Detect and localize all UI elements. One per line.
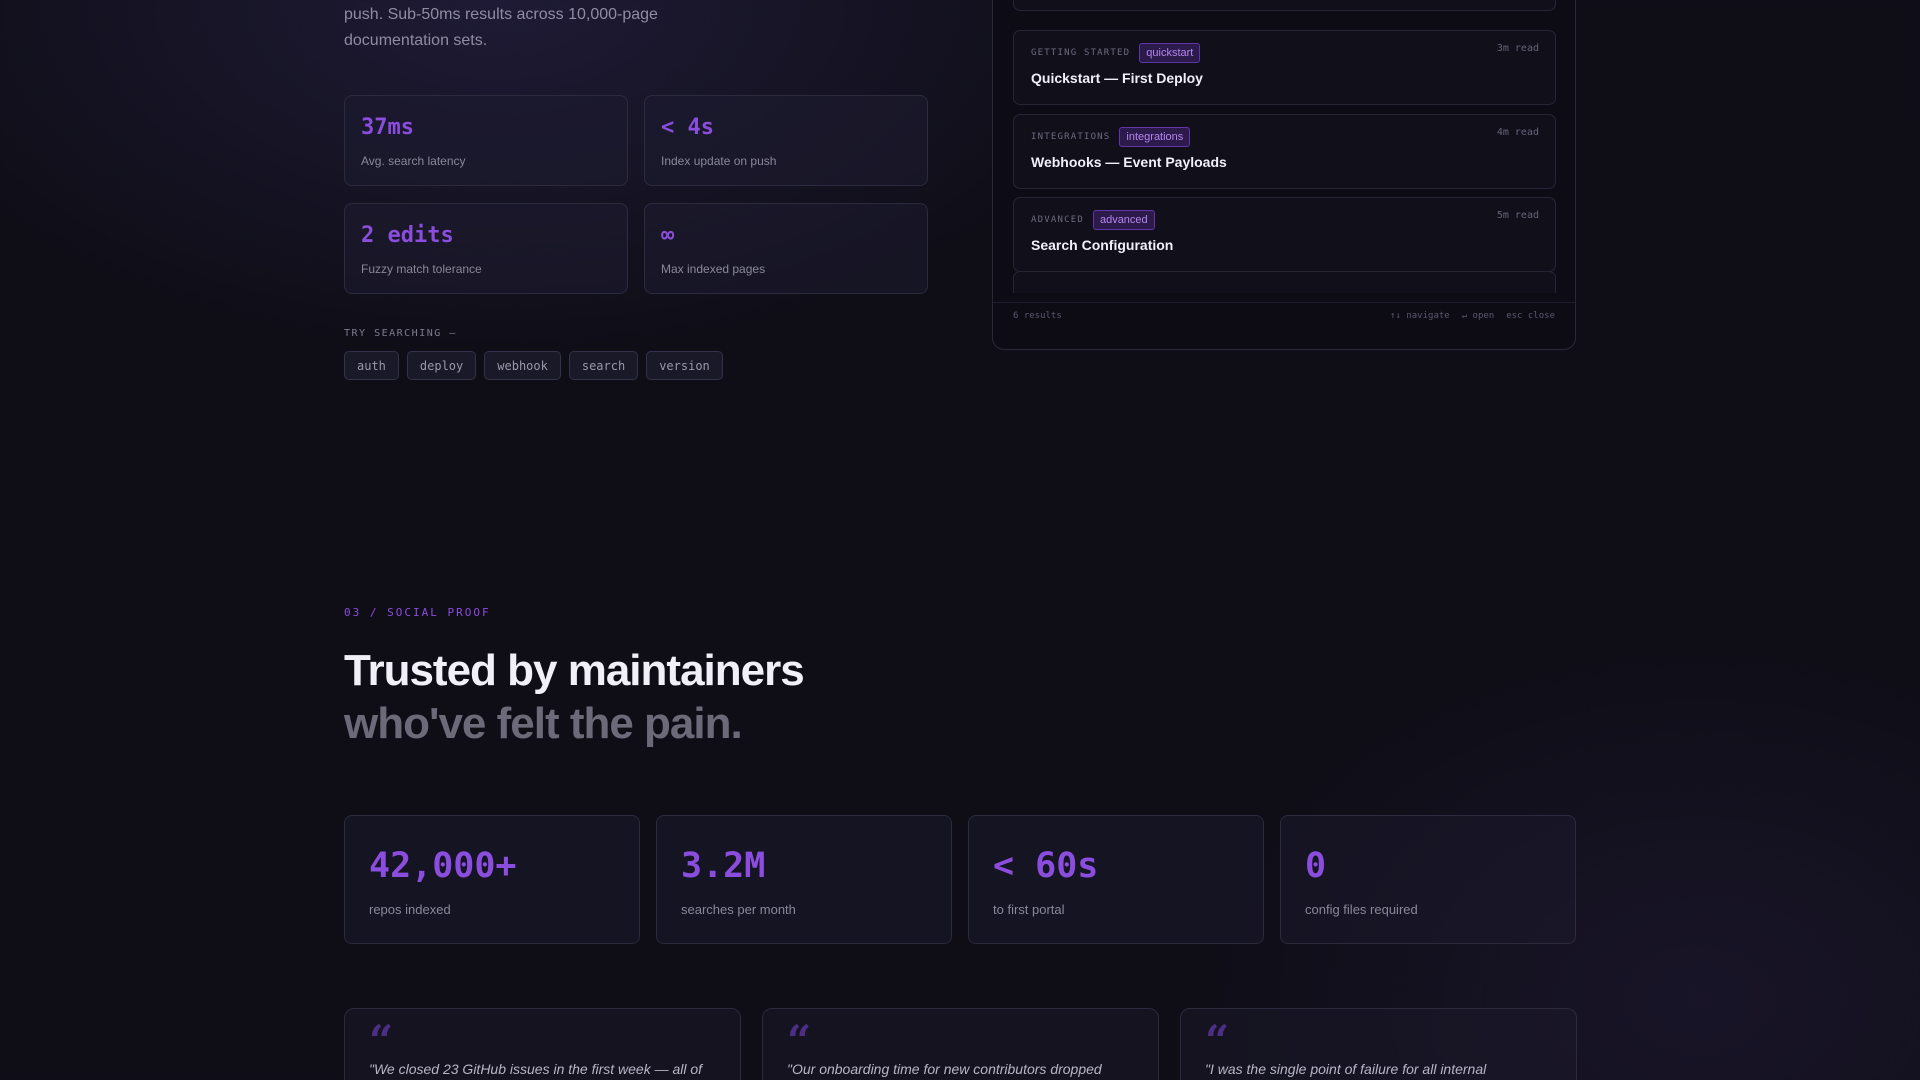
section-eyebrow: 03 / SOCIAL PROOF <box>344 606 491 619</box>
stat-label: Avg. search latency <box>361 154 466 168</box>
chip-search[interactable]: search <box>568 351 639 380</box>
stats-grid: 37ms Avg. search latency < 4s Index upda… <box>344 95 928 294</box>
search-results-panel: GETTING STARTED quickstart 3m read Quick… <box>992 0 1576 350</box>
metric-label: to first portal <box>993 902 1065 917</box>
metric-card: 42,000+ repos indexed <box>344 815 640 944</box>
result-category: INTEGRATIONS <box>1031 132 1111 142</box>
testimonial-card: “ "Our onboarding time for new contribut… <box>762 1008 1159 1080</box>
quote-mark-icon: “ <box>1205 1016 1230 1065</box>
heading-line-1: Trusted by maintainers <box>344 646 805 695</box>
result-title: Webhooks — Event Payloads <box>1031 154 1227 170</box>
panel-footer: 6 results ↑↓ navigate ↵ open esc close <box>1013 311 1555 321</box>
search-result-partial[interactable] <box>1013 0 1556 11</box>
read-time: 3m read <box>1496 43 1539 54</box>
search-result-partial[interactable] <box>1013 271 1556 293</box>
stat-label: Fuzzy match tolerance <box>361 262 482 276</box>
heading-line-2: who've felt the pain. <box>344 699 743 748</box>
stat-card-max-pages: ∞ Max indexed pages <box>644 203 928 294</box>
read-time: 4m read <box>1496 127 1539 138</box>
quote-mark-icon: “ <box>369 1016 394 1065</box>
testimonial-text: "Our onboarding time for new contributor… <box>787 1061 1102 1077</box>
chip-auth[interactable]: auth <box>344 351 399 380</box>
result-tag: advanced <box>1092 210 1155 230</box>
chip-deploy[interactable]: deploy <box>406 351 477 380</box>
hint-navigate: ↑↓ navigate <box>1390 311 1450 321</box>
result-tag: quickstart <box>1139 43 1201 63</box>
results-count: 6 results <box>1013 311 1062 321</box>
stat-label: Index update on push <box>661 154 777 168</box>
stat-card-index-update: < 4s Index update on push <box>644 95 928 186</box>
metric-value: 0 <box>1305 846 1327 886</box>
suggestion-chips: auth deploy webhook search version <box>344 351 723 380</box>
result-tag: integrations <box>1119 127 1191 147</box>
metric-label: config files required <box>1305 902 1418 917</box>
testimonial-text: "I was the single point of failure for a… <box>1205 1061 1487 1077</box>
result-category: ADVANCED <box>1031 215 1084 225</box>
testimonial-card: “ "We closed 23 GitHub issues in the fir… <box>344 1008 741 1080</box>
keyboard-hints: ↑↓ navigate ↵ open esc close <box>1390 311 1555 321</box>
result-title: Quickstart — First Deploy <box>1031 70 1203 86</box>
search-result[interactable]: GETTING STARTED quickstart 3m read Quick… <box>1013 30 1556 105</box>
metric-value: < 60s <box>993 846 1099 886</box>
chip-version[interactable]: version <box>646 351 723 380</box>
stat-label: Max indexed pages <box>661 262 766 276</box>
stat-card-fuzzy: 2 edits Fuzzy match tolerance <box>344 203 628 294</box>
stat-value: < 4s <box>661 115 714 140</box>
result-title: Search Configuration <box>1031 237 1174 253</box>
read-time: 5m read <box>1496 210 1539 221</box>
search-result[interactable]: INTEGRATIONS integrations 4m read Webhoo… <box>1013 114 1556 189</box>
testimonial-text: "We closed 23 GitHub issues in the first… <box>369 1061 703 1077</box>
try-searching-label: TRY SEARCHING — <box>344 328 457 339</box>
section-heading: Trusted by maintainers who've felt the p… <box>344 644 805 750</box>
metrics-row: 42,000+ repos indexed 3.2M searches per … <box>344 815 1576 944</box>
chip-webhook[interactable]: webhook <box>484 351 561 380</box>
testimonial-card: “ "I was the single point of failure for… <box>1180 1008 1577 1080</box>
stat-value: ∞ <box>661 223 675 248</box>
search-result[interactable]: ADVANCED advanced 5m read Search Configu… <box>1013 197 1556 272</box>
metric-card: < 60s to first portal <box>968 815 1264 944</box>
hero-description: push. Sub-50ms results across 10,000-pag… <box>344 6 658 49</box>
hint-open: ↵ open <box>1461 311 1495 321</box>
metric-value: 42,000+ <box>369 846 517 886</box>
metric-label: searches per month <box>681 902 796 917</box>
metric-value: 3.2M <box>681 846 766 886</box>
stat-card-latency: 37ms Avg. search latency <box>344 95 628 186</box>
stat-value: 2 edits <box>361 223 454 248</box>
metric-card: 3.2M searches per month <box>656 815 952 944</box>
testimonials-row: “ "We closed 23 GitHub issues in the fir… <box>344 1008 1577 1080</box>
hint-close: esc close <box>1506 311 1555 321</box>
result-category: GETTING STARTED <box>1031 48 1131 58</box>
quote-mark-icon: “ <box>787 1016 812 1065</box>
metric-card: 0 config files required <box>1280 815 1576 944</box>
panel-divider <box>993 302 1575 303</box>
metric-label: repos indexed <box>369 902 451 917</box>
stat-value: 37ms <box>361 115 414 140</box>
